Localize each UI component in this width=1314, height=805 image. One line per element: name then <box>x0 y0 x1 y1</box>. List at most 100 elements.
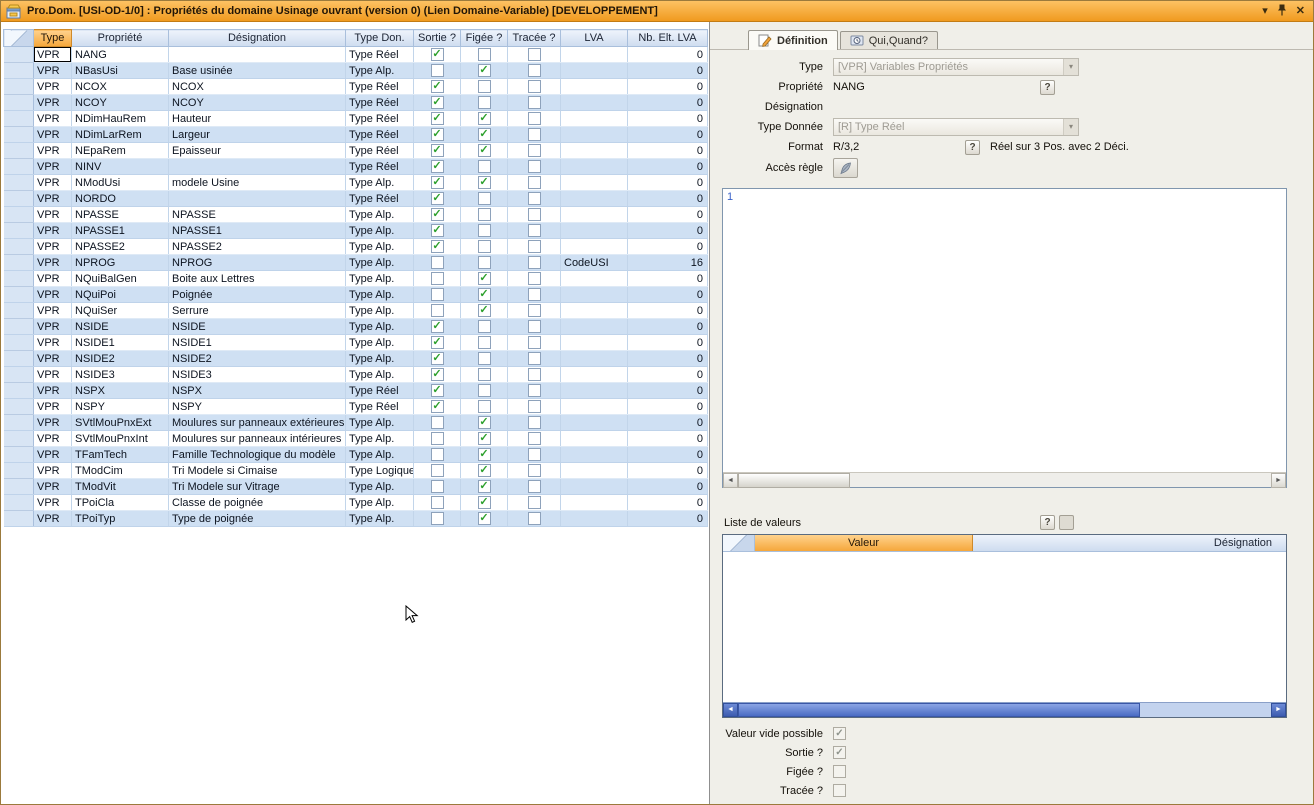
cell-figee-checkbox[interactable]: ✓ <box>461 143 508 159</box>
row-selector[interactable] <box>4 495 34 511</box>
cell-nb-elt-lva[interactable]: 0 <box>628 79 708 95</box>
cell-propriete[interactable]: TModCim <box>72 463 169 479</box>
col-header-type[interactable]: Type <box>34 30 72 47</box>
fig-e-checkbox[interactable] <box>833 765 846 778</box>
row-selector[interactable] <box>4 431 34 447</box>
cell-type[interactable]: VPR <box>34 399 72 415</box>
cell-designation[interactable]: modele Usine <box>169 175 346 191</box>
cell-designation[interactable]: Boite aux Lettres <box>169 271 346 287</box>
grid-row[interactable]: VPRTModCimTri Modele si CimaiseType Logi… <box>4 463 708 479</box>
cell-sortie-checkbox[interactable]: ✓ <box>414 351 461 367</box>
cell-sortie-checkbox[interactable]: ✓ <box>414 239 461 255</box>
cell-nb-elt-lva[interactable]: 0 <box>628 63 708 79</box>
cell-type[interactable]: VPR <box>34 111 72 127</box>
cell-figee-checkbox[interactable]: ✓ <box>461 303 508 319</box>
cell-nb-elt-lva[interactable]: 0 <box>628 367 708 383</box>
cell-type-don[interactable]: Type Réel <box>346 111 414 127</box>
cell-designation[interactable]: Moulures sur panneaux extérieures <box>169 415 346 431</box>
cell-lva[interactable] <box>561 239 628 255</box>
cell-tracee-checkbox[interactable] <box>508 207 561 223</box>
cell-propriete[interactable]: NDimLarRem <box>72 127 169 143</box>
cell-type-don[interactable]: Type Réel <box>346 399 414 415</box>
cell-nb-elt-lva[interactable]: 0 <box>628 239 708 255</box>
row-selector[interactable] <box>4 79 34 95</box>
cell-type[interactable]: VPR <box>34 303 72 319</box>
cell-propriete[interactable]: NINV <box>72 159 169 175</box>
cell-lva[interactable] <box>561 367 628 383</box>
cell-tracee-checkbox[interactable] <box>508 63 561 79</box>
cell-type[interactable]: VPR <box>34 47 72 63</box>
cell-type-don[interactable]: Type Réel <box>346 79 414 95</box>
cell-sortie-checkbox[interactable] <box>414 447 461 463</box>
row-selector[interactable] <box>4 223 34 239</box>
cell-type[interactable]: VPR <box>34 415 72 431</box>
cell-designation[interactable]: NSIDE <box>169 319 346 335</box>
row-selector[interactable] <box>4 287 34 303</box>
cell-figee-checkbox[interactable]: ✓ <box>461 127 508 143</box>
cell-type-don[interactable]: Type Alp. <box>346 271 414 287</box>
cell-tracee-checkbox[interactable] <box>508 79 561 95</box>
col-header-tracee[interactable]: Tracée ? <box>508 30 561 47</box>
values-table-corner[interactable] <box>723 535 755 551</box>
scroll-left-icon[interactable]: ◄ <box>723 703 738 717</box>
cell-figee-checkbox[interactable]: ✓ <box>461 447 508 463</box>
cell-tracee-checkbox[interactable] <box>508 287 561 303</box>
cell-propriete[interactable]: NQuiSer <box>72 303 169 319</box>
cell-sortie-checkbox[interactable]: ✓ <box>414 335 461 351</box>
cell-sortie-checkbox[interactable] <box>414 463 461 479</box>
cell-tracee-checkbox[interactable] <box>508 47 561 63</box>
cell-lva[interactable] <box>561 399 628 415</box>
rule-editor-textarea[interactable]: 1 <box>723 189 1286 472</box>
cell-designation[interactable]: NCOY <box>169 95 346 111</box>
editor-hscrollbar[interactable]: ◄ ► <box>723 472 1286 487</box>
cell-sortie-checkbox[interactable] <box>414 303 461 319</box>
cell-designation[interactable]: Hauteur <box>169 111 346 127</box>
cell-lva[interactable] <box>561 495 628 511</box>
cell-designation[interactable]: NPASSE1 <box>169 223 346 239</box>
cell-figee-checkbox[interactable]: ✓ <box>461 495 508 511</box>
cell-tracee-checkbox[interactable] <box>508 271 561 287</box>
cell-tracee-checkbox[interactable] <box>508 383 561 399</box>
grid-row[interactable]: VPRNINVType Réel✓0 <box>4 159 708 175</box>
cell-figee-checkbox[interactable] <box>461 239 508 255</box>
cell-type-don[interactable]: Type Alp. <box>346 431 414 447</box>
cell-type[interactable]: VPR <box>34 159 72 175</box>
cell-designation[interactable]: Tri Modele si Cimaise <box>169 463 346 479</box>
cell-type[interactable]: VPR <box>34 335 72 351</box>
cell-sortie-checkbox[interactable]: ✓ <box>414 207 461 223</box>
cell-type[interactable]: VPR <box>34 367 72 383</box>
cell-type-don[interactable]: Type Réel <box>346 95 414 111</box>
cell-designation[interactable]: NPROG <box>169 255 346 271</box>
cell-lva[interactable] <box>561 271 628 287</box>
grid-row[interactable]: VPRNDimLarRemLargeurType Réel✓✓0 <box>4 127 708 143</box>
acces-regle-button[interactable] <box>833 158 858 178</box>
cell-designation[interactable] <box>169 159 346 175</box>
cell-designation[interactable]: Moulures sur panneaux intérieures <box>169 431 346 447</box>
cell-propriete[interactable]: NCOY <box>72 95 169 111</box>
grid-row[interactable]: VPRTPoiTypType de poignéeType Alp.✓0 <box>4 511 708 527</box>
grid-row[interactable]: VPRTFamTechFamille Technologique du modè… <box>4 447 708 463</box>
cell-figee-checkbox[interactable]: ✓ <box>461 479 508 495</box>
cell-propriete[interactable]: NPASSE2 <box>72 239 169 255</box>
cell-lva[interactable] <box>561 143 628 159</box>
cell-type-don[interactable]: Type Logique <box>346 463 414 479</box>
cell-designation[interactable]: Base usinée <box>169 63 346 79</box>
cell-type-don[interactable]: Type Alp. <box>346 367 414 383</box>
cell-type-don[interactable]: Type Alp. <box>346 239 414 255</box>
cell-type-don[interactable]: Type Réel <box>346 143 414 159</box>
grid-row[interactable]: VPRNQuiBalGenBoite aux LettresType Alp.✓… <box>4 271 708 287</box>
cell-sortie-checkbox[interactable]: ✓ <box>414 191 461 207</box>
cell-propriete[interactable]: NQuiPoi <box>72 287 169 303</box>
cell-lva[interactable] <box>561 159 628 175</box>
row-selector[interactable] <box>4 415 34 431</box>
cell-propriete[interactable]: NSIDE2 <box>72 351 169 367</box>
cell-figee-checkbox[interactable]: ✓ <box>461 287 508 303</box>
cell-type-don[interactable]: Type Alp. <box>346 495 414 511</box>
cell-sortie-checkbox[interactable] <box>414 495 461 511</box>
grid-row[interactable]: VPRNSPXNSPXType Réel✓0 <box>4 383 708 399</box>
scroll-right-icon[interactable]: ► <box>1271 703 1286 717</box>
row-selector[interactable] <box>4 511 34 527</box>
row-selector[interactable] <box>4 335 34 351</box>
row-selector[interactable] <box>4 383 34 399</box>
cell-nb-elt-lva[interactable]: 0 <box>628 207 708 223</box>
